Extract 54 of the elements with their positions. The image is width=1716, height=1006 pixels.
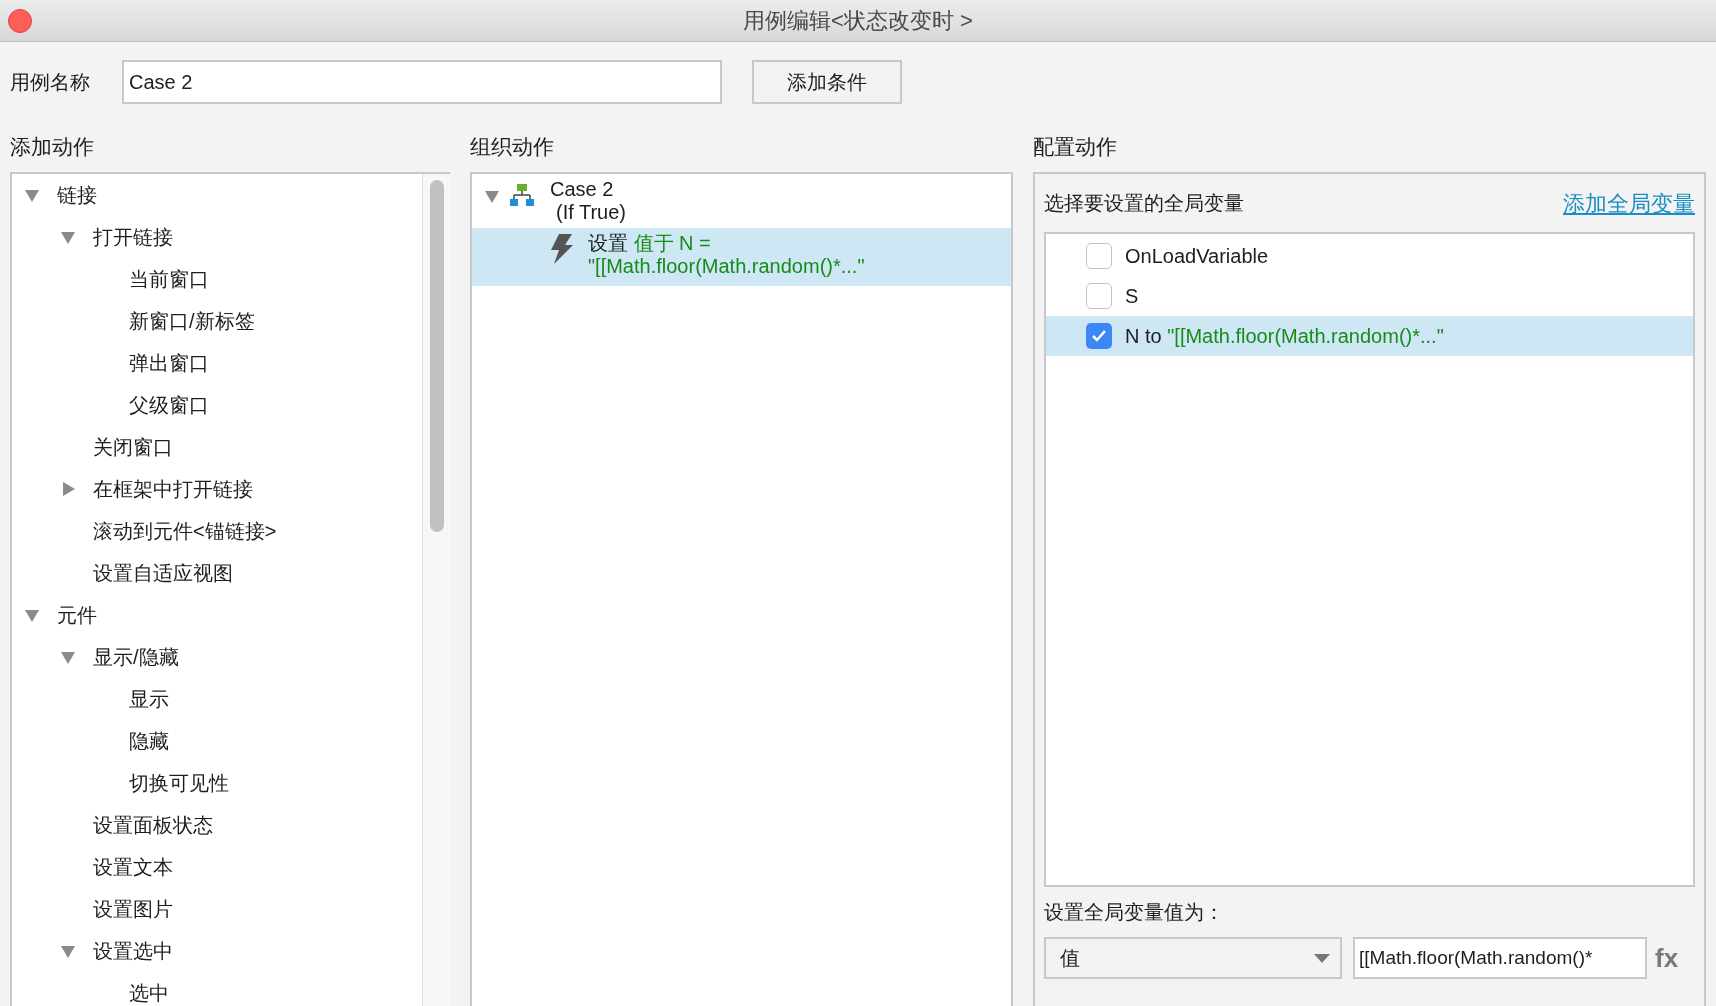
tree-item[interactable]: 在框架中打开链接 (93, 474, 253, 504)
tree-item[interactable]: 弹出窗口 (129, 348, 209, 378)
case-name-label: 用例名称 (10, 70, 91, 95)
tree-item[interactable]: 父级窗口 (129, 390, 209, 420)
case-condition: (If True) (556, 201, 626, 224)
value-type-dropdown[interactable]: 值 (1044, 937, 1342, 979)
section-heading: 配置动作 (1033, 134, 1118, 161)
tree-item[interactable]: 链接 (57, 180, 97, 210)
lightning-icon (550, 234, 574, 264)
variable-label[interactable]: OnLoadVariable (1125, 241, 1269, 271)
variable-label[interactable]: S (1125, 281, 1139, 311)
close-window-button[interactable] (8, 9, 32, 33)
tree-item[interactable]: 关闭窗口 (93, 432, 173, 462)
dropdown-arrow-icon (1314, 953, 1330, 963)
expanded-triangle-icon[interactable] (60, 229, 76, 245)
checkbox[interactable] (1086, 283, 1112, 309)
checkbox[interactable] (1086, 243, 1112, 269)
section-heading: 组织动作 (470, 134, 555, 161)
tree-item[interactable]: 隐藏 (129, 726, 169, 756)
collapsed-triangle-icon[interactable] (60, 481, 76, 497)
tree-item[interactable]: 打开链接 (93, 222, 173, 252)
checkmark-icon (1091, 329, 1107, 343)
expanded-triangle-icon[interactable] (24, 607, 40, 623)
tree-item[interactable]: 当前窗口 (129, 264, 209, 294)
tree-item[interactable]: 设置选中 (93, 936, 173, 966)
tree-item[interactable]: 设置面板状态 (93, 810, 213, 840)
window-title: 用例编辑<状态改变时 > (743, 7, 973, 35)
tree-item[interactable]: 选中 (129, 978, 169, 1006)
scrollbar-thumb[interactable] (429, 180, 444, 532)
tree-item[interactable]: 设置自适应视图 (93, 558, 233, 588)
tree-item[interactable]: 显示 (129, 684, 169, 714)
expanded-triangle-icon[interactable] (24, 187, 40, 203)
action-row[interactable]: 设置 值于 N = "[[Math.floor(Math.random()*..." (472, 228, 1011, 286)
tree-item[interactable]: 设置文本 (93, 852, 173, 882)
value-field[interactable]: [[Math.floor(Math.random()* (1353, 937, 1647, 979)
action-text: 设置 值于 N = "[[Math.floor(Math.random()*..." (588, 232, 866, 278)
case-title[interactable]: Case 2 (550, 178, 626, 201)
tree-item[interactable]: 元件 (57, 600, 97, 630)
checkbox[interactable] (1086, 323, 1112, 349)
expanded-triangle-icon[interactable] (60, 649, 76, 665)
fx-button[interactable]: fx (1655, 938, 1679, 978)
hierarchy-icon (510, 184, 534, 206)
tree-item[interactable]: 滚动到元件<锚链接> (93, 516, 277, 546)
expanded-triangle-icon[interactable] (60, 943, 76, 959)
tree-item[interactable]: 新窗口/新标签 (129, 306, 255, 336)
tree-item[interactable]: 设置图片 (93, 894, 173, 924)
section-heading: 添加动作 (10, 134, 95, 161)
value-label: 设置全局变量值为： (1044, 900, 1225, 925)
tree-item[interactable]: 切换可见性 (129, 768, 229, 798)
case-name-field[interactable]: Case 2 (122, 60, 722, 104)
variable-prompt: 选择要设置的全局变量 (1044, 191, 1244, 216)
add-condition-button[interactable]: 添加条件 (752, 60, 902, 104)
expanded-triangle-icon[interactable] (484, 188, 500, 204)
tree-item[interactable]: 显示/隐藏 (93, 642, 179, 672)
